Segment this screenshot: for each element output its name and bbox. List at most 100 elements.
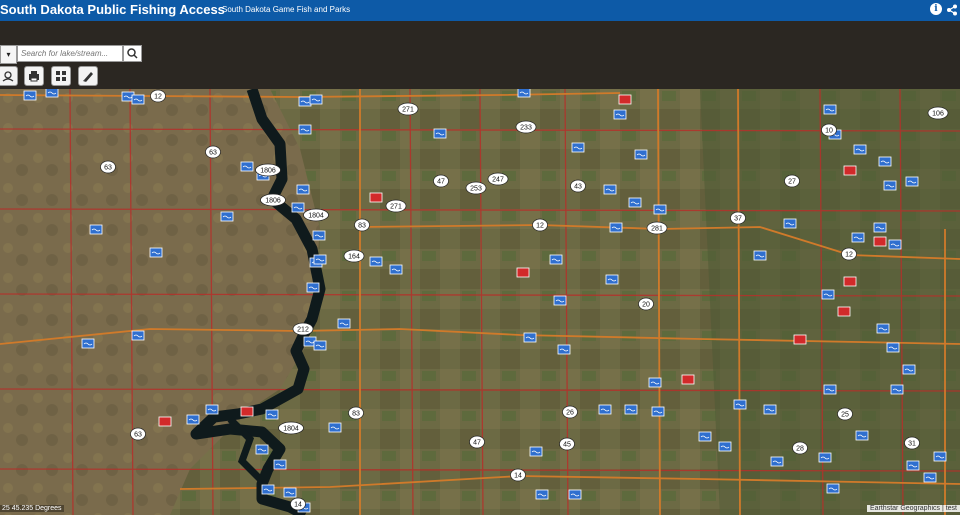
- special-access-marker[interactable]: [793, 334, 807, 345]
- special-access-marker[interactable]: [873, 236, 887, 247]
- fishing-access-marker[interactable]: [312, 230, 326, 241]
- special-access-marker[interactable]: [618, 94, 632, 105]
- search-input[interactable]: [17, 45, 123, 62]
- fishing-access-marker[interactable]: [718, 441, 732, 452]
- print-icon: [29, 71, 39, 82]
- fishing-access-marker[interactable]: [571, 142, 585, 153]
- map-view[interactable]: 12 271 233 106 10 63 63 1806 1806 1804 83 271 47 253 2…: [0, 89, 960, 515]
- fishing-access-marker[interactable]: [255, 444, 269, 455]
- fishing-access-marker[interactable]: [855, 430, 869, 441]
- fishing-access-marker[interactable]: [873, 222, 887, 233]
- fishing-access-marker[interactable]: [821, 289, 835, 300]
- locate-button[interactable]: [0, 66, 18, 86]
- special-access-marker[interactable]: [158, 416, 172, 427]
- fishing-access-marker[interactable]: [296, 184, 310, 195]
- fishing-access-marker[interactable]: [603, 184, 617, 195]
- fishing-access-marker[interactable]: [628, 197, 642, 208]
- fishing-access-marker[interactable]: [888, 239, 902, 250]
- fishing-access-marker[interactable]: [220, 211, 234, 222]
- fishing-access-marker[interactable]: [529, 446, 543, 457]
- fishing-access-marker[interactable]: [823, 104, 837, 115]
- special-access-marker[interactable]: [369, 192, 383, 203]
- fishing-access-marker[interactable]: [653, 204, 667, 215]
- fishing-access-marker[interactable]: [634, 149, 648, 160]
- fishing-access-marker[interactable]: [605, 274, 619, 285]
- fishing-access-marker[interactable]: [890, 384, 904, 395]
- fishing-access-marker[interactable]: [261, 484, 275, 495]
- fishing-access-marker[interactable]: [131, 330, 145, 341]
- special-access-marker[interactable]: [843, 165, 857, 176]
- basemap-gallery-button[interactable]: [51, 66, 71, 86]
- fishing-access-marker[interactable]: [698, 431, 712, 442]
- fishing-access-marker[interactable]: [265, 409, 279, 420]
- special-access-marker[interactable]: [516, 267, 530, 278]
- fishing-access-marker[interactable]: [826, 483, 840, 494]
- fishing-access-marker[interactable]: [309, 94, 323, 105]
- fishing-access-marker[interactable]: [557, 344, 571, 355]
- map-canvas[interactable]: 12 271 233 106 10 63 63 1806 1806 1804 83 271 47 253 2…: [0, 89, 960, 515]
- fishing-access-marker[interactable]: [598, 404, 612, 415]
- fishing-access-marker[interactable]: [535, 489, 549, 500]
- fishing-access-marker[interactable]: [770, 456, 784, 467]
- fishing-access-marker[interactable]: [624, 404, 638, 415]
- print-button[interactable]: [24, 66, 44, 86]
- fishing-access-marker[interactable]: [648, 377, 662, 388]
- fishing-access-marker[interactable]: [783, 218, 797, 229]
- fishing-access-marker[interactable]: [240, 161, 254, 172]
- fishing-access-marker[interactable]: [291, 202, 305, 213]
- fishing-access-marker[interactable]: [553, 295, 567, 306]
- fishing-access-marker[interactable]: [313, 254, 327, 265]
- fishing-access-marker[interactable]: [851, 232, 865, 243]
- fishing-access-marker[interactable]: [131, 94, 145, 105]
- fishing-access-marker[interactable]: [389, 264, 403, 275]
- fishing-access-marker[interactable]: [933, 451, 947, 462]
- fishing-access-marker[interactable]: [613, 109, 627, 120]
- fishing-access-marker[interactable]: [45, 89, 59, 98]
- fishing-access-marker[interactable]: [886, 342, 900, 353]
- fishing-access-marker[interactable]: [273, 459, 287, 470]
- search-source-dropdown[interactable]: ▾: [0, 45, 17, 64]
- fishing-access-marker[interactable]: [298, 96, 312, 107]
- fishing-access-marker[interactable]: [568, 489, 582, 500]
- fishing-access-marker[interactable]: [306, 282, 320, 293]
- fishing-access-marker[interactable]: [433, 128, 447, 139]
- fishing-access-marker[interactable]: [549, 254, 563, 265]
- special-access-marker[interactable]: [240, 406, 254, 417]
- special-access-marker[interactable]: [681, 374, 695, 385]
- fishing-access-marker[interactable]: [328, 422, 342, 433]
- fishing-access-marker[interactable]: [905, 176, 919, 187]
- special-access-marker[interactable]: [843, 276, 857, 287]
- fishing-access-marker[interactable]: [818, 452, 832, 463]
- fishing-access-marker[interactable]: [853, 144, 867, 155]
- fishing-access-marker[interactable]: [81, 338, 95, 349]
- fishing-access-marker[interactable]: [902, 364, 916, 375]
- fishing-access-marker[interactable]: [876, 323, 890, 334]
- search-button[interactable]: [123, 45, 142, 62]
- fishing-access-marker[interactable]: [186, 414, 200, 425]
- fishing-access-marker[interactable]: [763, 404, 777, 415]
- measure-button[interactable]: [78, 66, 98, 86]
- fishing-access-marker[interactable]: [149, 247, 163, 258]
- fishing-access-marker[interactable]: [753, 250, 767, 261]
- fishing-access-marker[interactable]: [878, 156, 892, 167]
- share-icon[interactable]: [946, 3, 958, 16]
- fishing-access-marker[interactable]: [23, 90, 37, 101]
- fishing-access-marker[interactable]: [313, 340, 327, 351]
- fishing-access-marker[interactable]: [337, 318, 351, 329]
- special-access-marker[interactable]: [837, 306, 851, 317]
- fishing-access-marker[interactable]: [205, 404, 219, 415]
- fishing-access-marker[interactable]: [906, 460, 920, 471]
- fishing-access-marker[interactable]: [823, 384, 837, 395]
- fishing-access-marker[interactable]: [609, 222, 623, 233]
- fishing-access-marker[interactable]: [651, 406, 665, 417]
- fishing-access-marker[interactable]: [283, 487, 297, 498]
- fishing-access-marker[interactable]: [298, 124, 312, 135]
- fishing-access-marker[interactable]: [923, 472, 937, 483]
- fishing-access-marker[interactable]: [89, 224, 103, 235]
- fishing-access-marker[interactable]: [883, 180, 897, 191]
- fishing-access-marker[interactable]: [369, 256, 383, 267]
- fishing-access-marker[interactable]: [517, 89, 531, 98]
- fishing-access-marker[interactable]: [733, 399, 747, 410]
- info-icon[interactable]: i: [930, 3, 942, 15]
- fishing-access-marker[interactable]: [523, 332, 537, 343]
